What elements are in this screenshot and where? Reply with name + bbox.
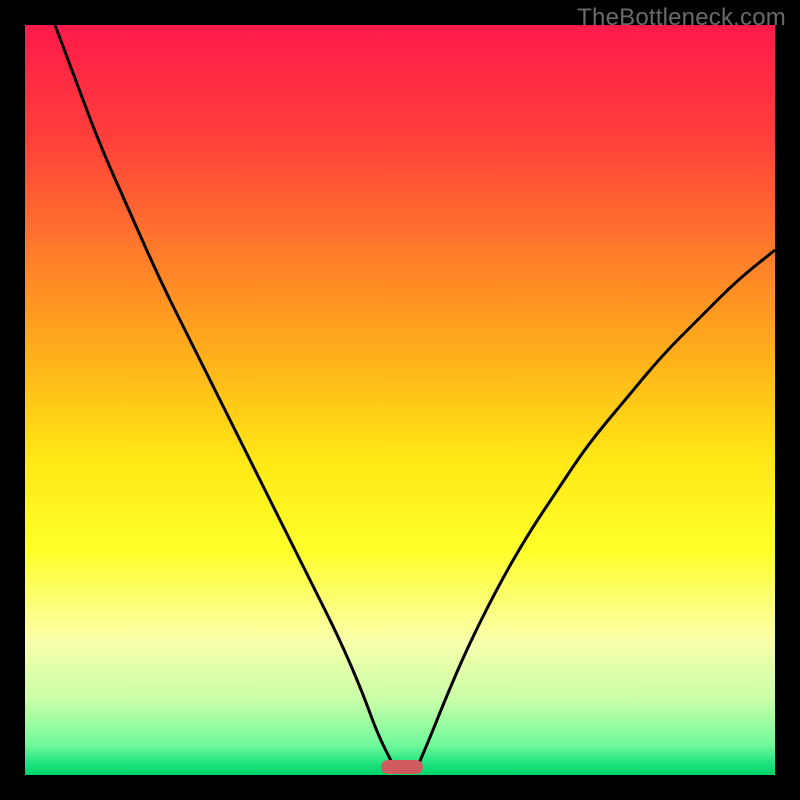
- curves-layer: [25, 25, 775, 775]
- right-curve: [419, 250, 775, 764]
- left-curve: [55, 25, 393, 764]
- bottom-marker: [381, 760, 422, 774]
- chart-area: [25, 25, 775, 775]
- watermark-text: TheBottleneck.com: [577, 4, 786, 32]
